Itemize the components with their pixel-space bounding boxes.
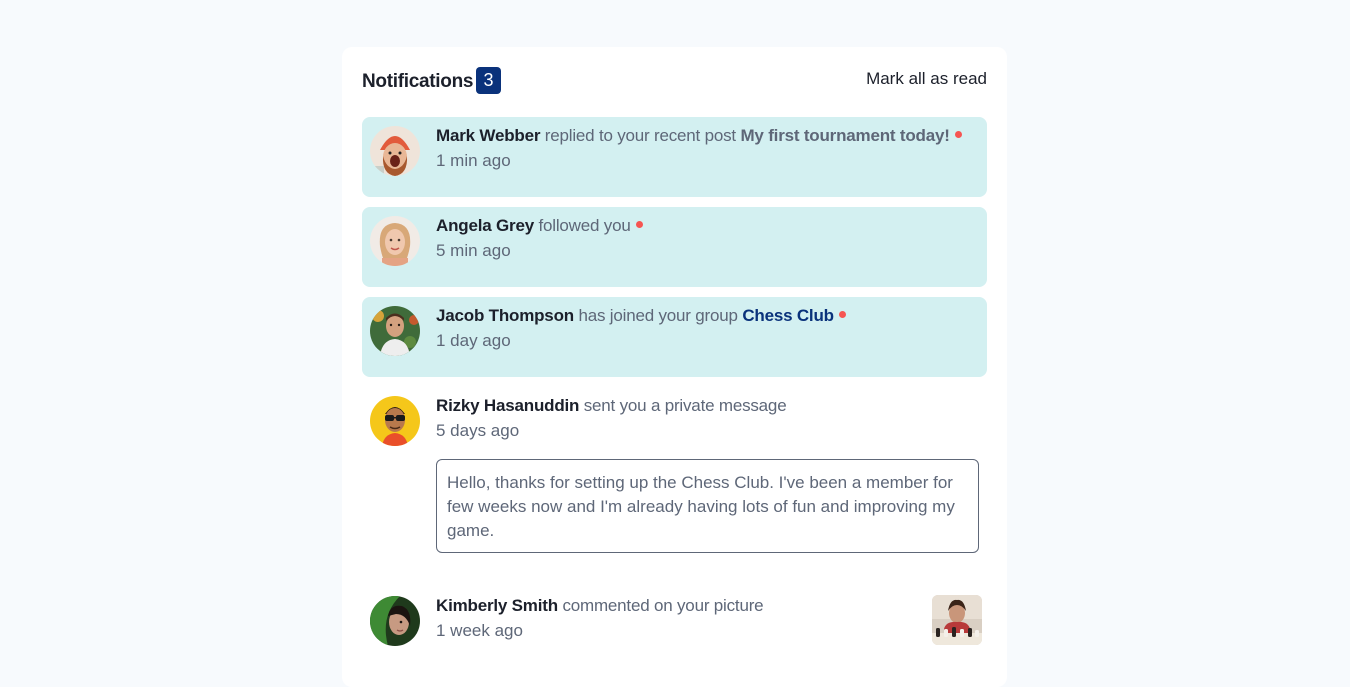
notification-text: Angela Grey followed you xyxy=(436,216,643,236)
page-title: Notifications xyxy=(362,71,474,92)
notification-action: commented on your picture xyxy=(562,596,764,615)
post-link[interactable]: My first tournament today! xyxy=(740,126,949,145)
avatar[interactable] xyxy=(370,596,420,646)
private-message-preview[interactable]: Hello, thanks for setting up the Chess C… xyxy=(436,459,979,553)
commented-picture-thumbnail[interactable] xyxy=(932,595,982,645)
notification-text: Rizky Hasanuddin sent you a private mess… xyxy=(436,396,787,416)
notification-action: sent you a private message xyxy=(583,396,787,415)
user-name-link[interactable]: Mark Webber xyxy=(436,126,540,145)
avatar[interactable] xyxy=(370,306,420,356)
notification-time: 1 min ago xyxy=(436,151,511,170)
group-link[interactable]: Chess Club xyxy=(742,306,834,325)
avatar-angela-grey-image xyxy=(370,216,420,266)
user-name-link[interactable]: Angela Grey xyxy=(436,216,534,235)
notification-item[interactable]: Rizky Hasanuddin sent you a private mess… xyxy=(362,387,987,467)
notification-time: 5 min ago xyxy=(436,241,511,260)
notification-action: has joined your group xyxy=(578,306,738,325)
notification-item[interactable]: Mark Webber replied to your recent post … xyxy=(362,117,987,197)
notification-time: 1 day ago xyxy=(436,331,511,350)
notifications-header: Notifications 3 Mark all as read xyxy=(362,67,987,95)
unread-dot-icon xyxy=(838,311,846,319)
notification-text: Kimberly Smith commented on your picture xyxy=(436,596,764,616)
avatar[interactable] xyxy=(370,126,420,176)
notification-action: replied to your recent post xyxy=(544,126,736,145)
user-name-link[interactable]: Jacob Thompson xyxy=(436,306,574,325)
notification-text: Jacob Thompson has joined your group Che… xyxy=(436,306,846,326)
unread-count-badge: 3 xyxy=(476,67,501,94)
avatar[interactable] xyxy=(370,216,420,266)
chess-picture-image xyxy=(932,595,982,645)
notification-action: followed you xyxy=(538,216,631,235)
notifications-card: Notifications 3 Mark all as read Mark We… xyxy=(342,47,1007,687)
notification-text: Mark Webber replied to your recent post … xyxy=(436,126,962,146)
user-name-link[interactable]: Kimberly Smith xyxy=(436,596,558,615)
notification-item[interactable]: Angela Grey followed you 5 min ago xyxy=(362,207,987,287)
avatar[interactable] xyxy=(370,396,420,446)
notification-time: 1 week ago xyxy=(436,621,523,640)
avatar-mark-webber-image xyxy=(370,126,420,176)
avatar-rizky-hasanuddin-image xyxy=(370,396,420,446)
notification-time: 5 days ago xyxy=(436,421,520,440)
avatar-jacob-thompson-image xyxy=(370,306,420,356)
notification-item[interactable]: Kimberly Smith commented on your picture… xyxy=(362,587,987,667)
unread-dot-icon xyxy=(635,221,643,229)
avatar-kimberly-smith-image xyxy=(370,596,420,646)
notification-item[interactable]: Jacob Thompson has joined your group Che… xyxy=(362,297,987,377)
user-name-link[interactable]: Rizky Hasanuddin xyxy=(436,396,579,415)
mark-all-as-read-button[interactable]: Mark all as read xyxy=(866,69,987,89)
unread-dot-icon xyxy=(954,131,962,139)
